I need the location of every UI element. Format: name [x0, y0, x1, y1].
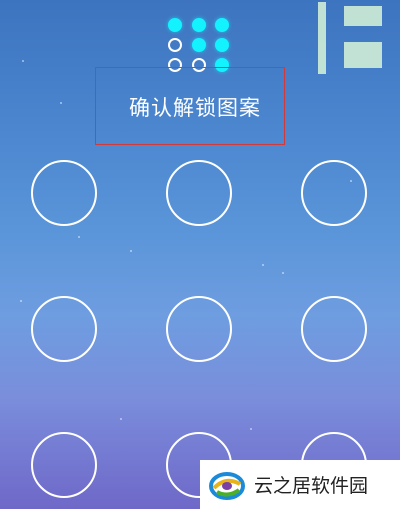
preview-dot — [168, 18, 182, 32]
background-sparkle — [262, 264, 264, 266]
pattern-node-5[interactable] — [166, 296, 232, 362]
background-sparkle — [120, 418, 122, 420]
background-sparkle — [250, 428, 252, 430]
preview-dot — [192, 38, 206, 52]
pattern-node-1[interactable] — [31, 160, 97, 226]
preview-dot — [215, 18, 229, 32]
background-sparkle — [22, 60, 24, 62]
notification-ghost — [318, 2, 390, 74]
background-sparkle — [282, 272, 284, 274]
site-logo-icon — [209, 471, 245, 500]
background-sparkle — [60, 102, 62, 104]
pattern-node-3[interactable] — [301, 160, 367, 226]
preview-dot — [168, 38, 182, 52]
watermark-text: 云之居软件园 — [254, 475, 369, 497]
lock-screen: 确认解锁图案 云之居软件园 — [0, 0, 400, 509]
pattern-node-4[interactable] — [31, 296, 97, 362]
background-sparkle — [130, 250, 132, 252]
preview-dot — [215, 38, 229, 52]
background-sparkle — [20, 300, 22, 302]
prompt-title: 确认解锁图案 — [129, 96, 261, 120]
watermark: 云之居软件园 — [200, 460, 400, 509]
pattern-node-7[interactable] — [31, 432, 97, 498]
background-sparkle — [78, 236, 80, 238]
preview-dot — [192, 18, 206, 32]
pattern-node-2[interactable] — [166, 160, 232, 226]
pattern-node-6[interactable] — [301, 296, 367, 362]
